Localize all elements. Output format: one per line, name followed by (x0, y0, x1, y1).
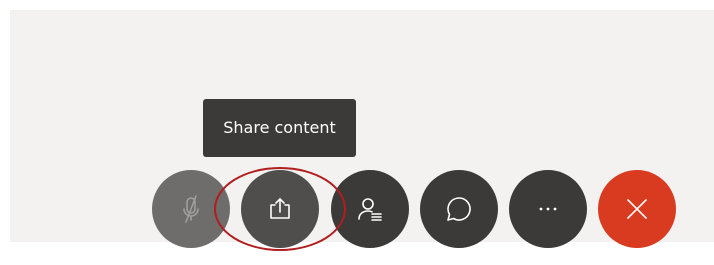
end-call-button[interactable] (598, 170, 676, 248)
chat-button[interactable] (420, 170, 498, 248)
close-icon (622, 194, 652, 224)
ellipsis-icon (533, 194, 563, 224)
chat-bubble-icon (444, 194, 474, 224)
share-content-button[interactable] (241, 170, 319, 248)
microphone-off-icon (176, 194, 206, 224)
more-options-button[interactable] (509, 170, 587, 248)
share-content-tooltip: Share content (203, 99, 356, 157)
share-upload-icon (265, 194, 295, 224)
mute-button[interactable] (152, 170, 230, 248)
participants-list-icon (355, 194, 385, 224)
participants-button[interactable] (331, 170, 409, 248)
